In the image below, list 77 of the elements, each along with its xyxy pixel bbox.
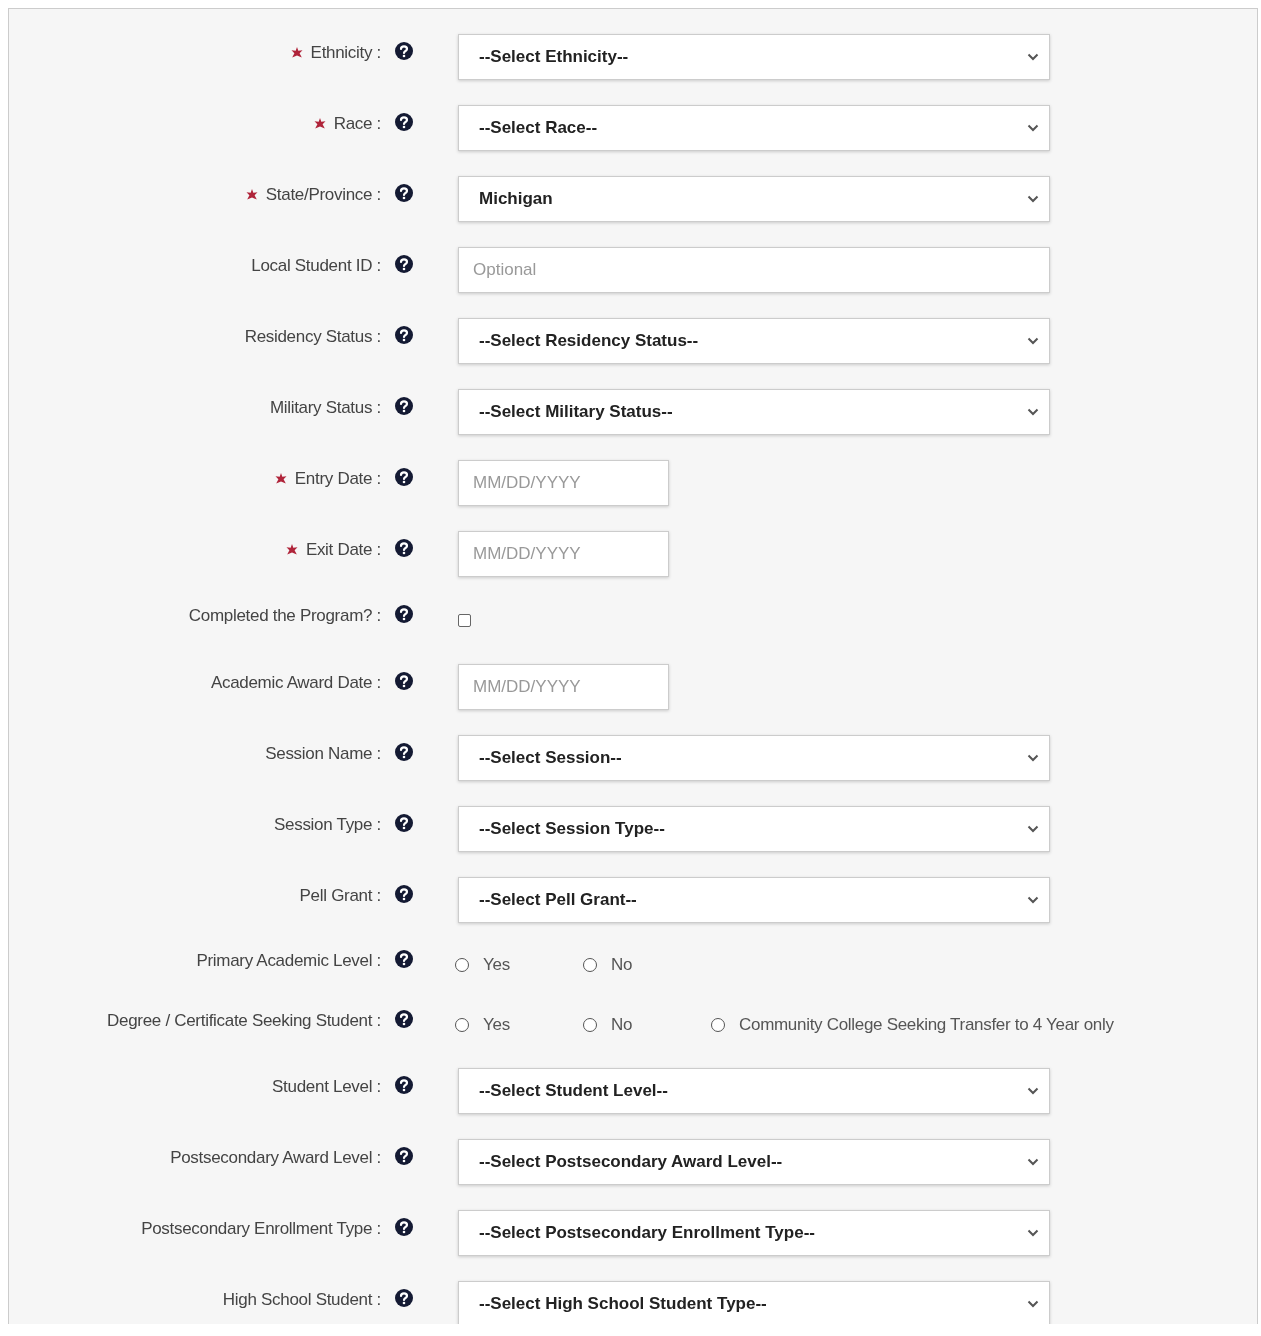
select-field[interactable]: --Select High School Student Type-- <box>458 1280 1050 1324</box>
radio-label[interactable]: Yes <box>483 955 510 975</box>
select-field[interactable]: --Select Student Level-- <box>458 1067 1050 1114</box>
radio-label[interactable]: Community College Seeking Transfer to 4 Year only <box>739 1015 1114 1035</box>
chevron-down-icon <box>1027 824 1039 833</box>
date-field[interactable]: MM/DD/YYYY <box>458 530 669 577</box>
radio-label[interactable]: No <box>611 955 633 975</box>
help-icon[interactable] <box>395 1146 413 1165</box>
help-icon[interactable] <box>395 538 413 557</box>
radio-label[interactable]: No <box>611 1015 633 1035</box>
chevron-down-icon <box>1027 194 1039 203</box>
help-icon[interactable] <box>395 884 413 903</box>
field-label: Race : <box>333 113 381 134</box>
field-label: High School Student : <box>222 1289 381 1310</box>
chevron-down-icon <box>1027 407 1039 416</box>
help-icon[interactable] <box>395 605 413 623</box>
radio-button[interactable] <box>583 1018 597 1032</box>
field-label: Postsecondary Award Level : <box>170 1147 381 1168</box>
chevron-down-icon <box>1027 52 1039 61</box>
date-field[interactable]: MM/DD/YYYY <box>458 459 669 506</box>
radio-button[interactable] <box>455 958 469 972</box>
help-icon[interactable] <box>395 1075 413 1094</box>
field-label: Entry Date : <box>294 468 381 489</box>
radio-button[interactable] <box>455 1018 469 1032</box>
help-icon[interactable] <box>395 41 413 60</box>
chevron-down-icon <box>1027 1299 1039 1308</box>
field-label: Academic Award Date : <box>210 672 381 693</box>
select-field[interactable]: --Select Residency Status-- <box>458 317 1050 364</box>
radio-button[interactable] <box>711 1018 725 1032</box>
select-field[interactable]: --Select Ethnicity-- <box>458 33 1050 80</box>
field-label: Primary Academic Level : <box>196 951 381 971</box>
radio-label[interactable]: Yes <box>483 1015 510 1035</box>
checkbox[interactable] <box>458 613 471 627</box>
help-icon[interactable] <box>395 813 413 832</box>
chevron-down-icon <box>1027 895 1039 904</box>
select-field[interactable]: --Select Session-- <box>458 734 1050 781</box>
field-label: Residency Status : <box>244 326 381 347</box>
select-field[interactable]: Michigan <box>458 175 1050 222</box>
help-icon[interactable] <box>395 325 413 344</box>
field-label: Student Level : <box>272 1076 381 1097</box>
chevron-down-icon <box>1027 1157 1039 1166</box>
help-icon[interactable] <box>395 467 413 486</box>
select-field[interactable]: --Select Postsecondary Enrollment Type-- <box>458 1209 1050 1256</box>
help-icon[interactable] <box>395 742 413 761</box>
chevron-down-icon <box>1027 336 1039 345</box>
date-field[interactable]: MM/DD/YYYY <box>458 663 669 710</box>
chevron-down-icon <box>1027 1086 1039 1095</box>
field-label: Postsecondary Enrollment Type : <box>141 1218 381 1239</box>
field-label: Military Status : <box>269 397 381 418</box>
select-field[interactable]: --Select Session Type-- <box>458 805 1050 852</box>
chevron-down-icon <box>1027 753 1039 762</box>
help-icon[interactable] <box>395 1288 413 1307</box>
help-icon[interactable] <box>395 183 413 202</box>
field-label: Session Name : <box>265 743 381 764</box>
help-icon[interactable] <box>395 671 413 690</box>
help-icon[interactable] <box>395 950 413 968</box>
field-label: State/Province : <box>265 184 381 205</box>
field-label: Degree / Certificate Seeking Student : <box>107 1011 381 1031</box>
select-field[interactable]: --Select Pell Grant-- <box>458 876 1050 923</box>
field-label: Exit Date : <box>305 539 381 560</box>
field-label: Ethnicity : <box>310 42 381 63</box>
help-icon[interactable] <box>395 1010 413 1028</box>
help-icon[interactable] <box>395 1217 413 1236</box>
select-field[interactable]: --Select Postsecondary Award Level-- <box>458 1138 1050 1185</box>
select-field[interactable]: --Select Race-- <box>458 104 1050 151</box>
text-field[interactable]: Optional <box>458 246 1050 293</box>
radio-button[interactable] <box>583 958 597 972</box>
help-icon[interactable] <box>395 112 413 131</box>
chevron-down-icon <box>1027 1228 1039 1237</box>
field-label: Pell Grant : <box>299 885 381 906</box>
field-label: Session Type : <box>274 814 381 835</box>
select-field[interactable]: --Select Military Status-- <box>458 388 1050 435</box>
help-icon[interactable] <box>395 254 413 273</box>
field-label: Local Student ID : <box>251 255 381 276</box>
chevron-down-icon <box>1027 123 1039 132</box>
field-label: Completed the Program? : <box>188 606 381 626</box>
help-icon[interactable] <box>395 396 413 415</box>
